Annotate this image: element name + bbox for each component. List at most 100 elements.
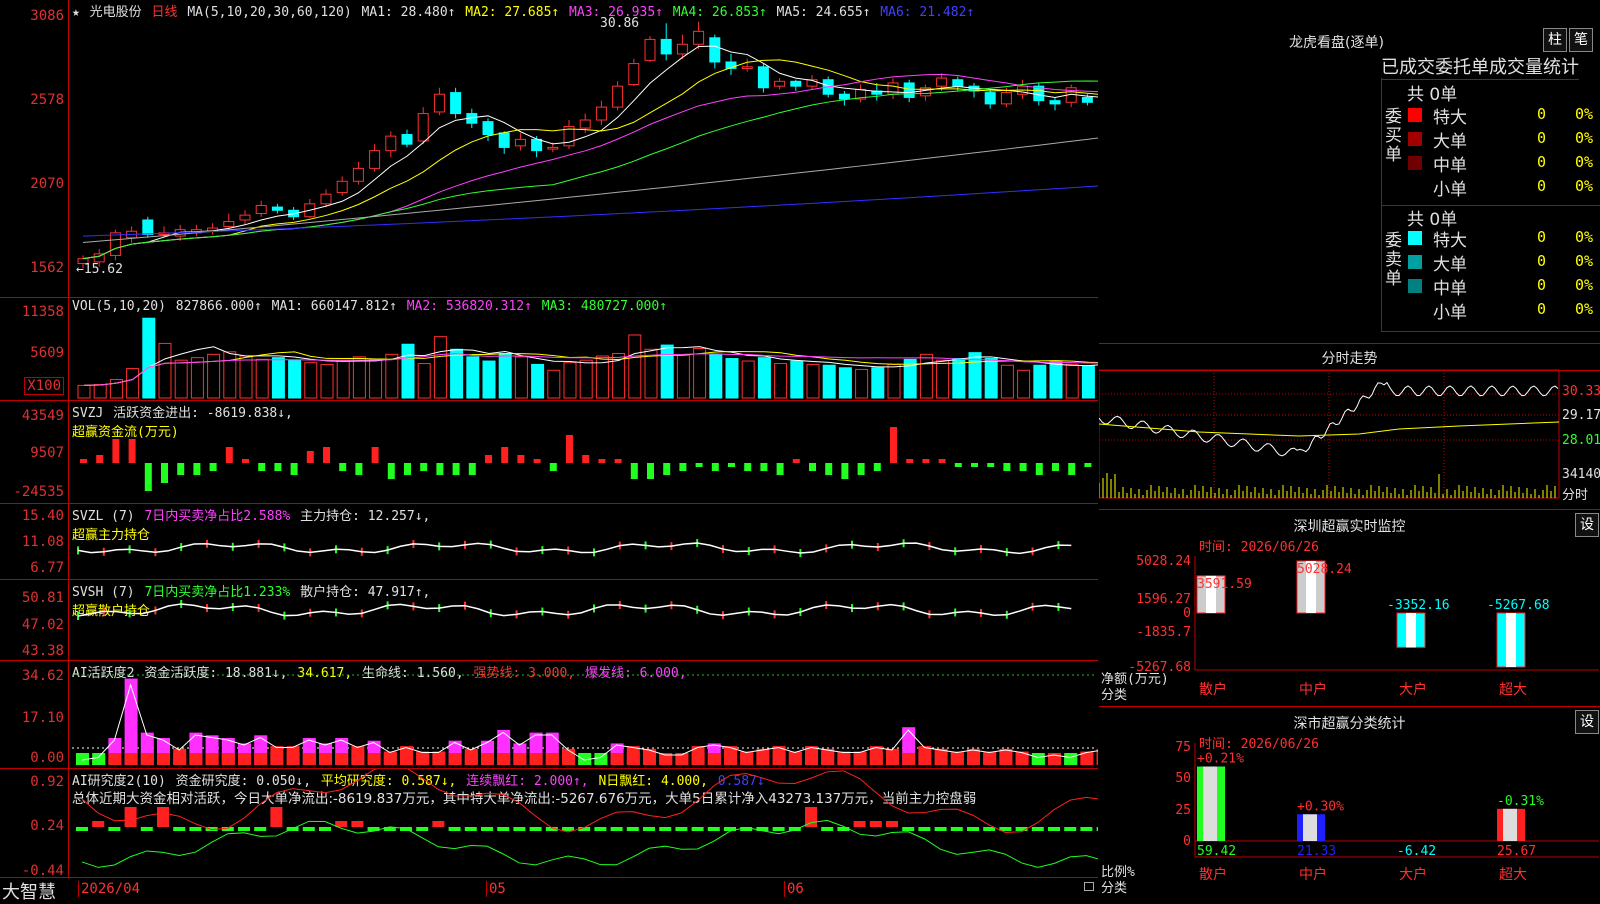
category-label: 散户 bbox=[1199, 681, 1227, 698]
sz-monitor-chart[interactable]: 5028.24 1596.270 -1835.7 -5267.68 3591.59 散户 5… bbox=[1099, 510, 1600, 706]
volume-bar bbox=[223, 351, 237, 399]
research-bar bbox=[659, 827, 672, 831]
research-bar bbox=[918, 827, 931, 831]
buy-row-pct: 0% bbox=[1575, 129, 1594, 147]
lhb-panel: 龙虎看盘(逐单) 柱 笔 已成交委托单成交量统计 委买单 共 0单 特大 0 0% 大… bbox=[1099, 0, 1600, 344]
lock-icon[interactable] bbox=[1084, 882, 1094, 891]
research-bar bbox=[529, 827, 542, 831]
research-bar bbox=[1096, 827, 1098, 831]
candle-body bbox=[757, 66, 769, 89]
volume-chart[interactable] bbox=[0, 298, 1098, 400]
activity-base-bar bbox=[691, 753, 705, 765]
fund-flow-bar bbox=[630, 463, 638, 479]
ai-research-panel[interactable]: 0.92 0.24 -0.44 AI研究度2(10) 资金研究度: 0.050↓… bbox=[0, 769, 1098, 879]
activity-base-bar bbox=[335, 753, 349, 765]
volume-bar bbox=[547, 369, 561, 399]
volume-bar bbox=[563, 362, 577, 399]
research-bar bbox=[76, 827, 88, 831]
intraday-chart[interactable] bbox=[1099, 344, 1600, 509]
sell-color-swatch bbox=[1408, 255, 1422, 269]
research-bar bbox=[140, 827, 153, 831]
fund-flow-bar bbox=[1019, 463, 1027, 471]
ratio-bar-highlight bbox=[1203, 766, 1217, 841]
candle-body bbox=[223, 221, 235, 227]
volume-bar bbox=[855, 368, 869, 399]
volume-bar bbox=[482, 360, 496, 399]
svzl-chart[interactable] bbox=[0, 504, 1098, 579]
fund-flow-bar bbox=[355, 463, 363, 475]
svzj-panel[interactable]: 43549 9507 -24535 SVZJ 活跃资金进出: -8619.838… bbox=[0, 401, 1098, 504]
research-bar bbox=[238, 827, 250, 831]
research-bar bbox=[837, 827, 850, 831]
sz-monitor-panel[interactable]: 深圳超赢实时监控 设 时间: 2026/06/26 5028.24 1596.27… bbox=[1099, 510, 1600, 707]
volume-panel[interactable]: 11358 5609 X100 VOL(5,10,20) 827866.000↑… bbox=[0, 298, 1098, 401]
kline-panel[interactable]: 3086 2578 2070 1562 ★ 光电股份 日线 MA(5,10,20… bbox=[0, 0, 1098, 298]
volume-bar bbox=[531, 363, 545, 399]
candle-body bbox=[417, 113, 429, 142]
volume-bar bbox=[676, 354, 690, 399]
ratio-bar-highlight bbox=[1303, 814, 1317, 841]
fund-flow-bar bbox=[177, 463, 185, 475]
fund-flow-bar bbox=[533, 459, 541, 463]
research-bar bbox=[821, 827, 834, 831]
fund-flow-bar bbox=[485, 455, 492, 463]
candle-body bbox=[903, 82, 915, 98]
research-bar bbox=[675, 827, 688, 831]
candlestick-chart[interactable] bbox=[0, 0, 1098, 297]
activity-base-bar bbox=[772, 753, 786, 765]
volume-bar bbox=[352, 356, 366, 399]
activity-base-bar bbox=[286, 753, 300, 765]
fund-flow-bar bbox=[760, 463, 768, 471]
activity-base-bar bbox=[545, 753, 559, 765]
candle-body bbox=[1081, 96, 1093, 103]
sz-class-chart[interactable]: 75 50 25 0 59.42 +0.21% 散户 21.33 +0.30% 中户 -6.42 大户… bbox=[1099, 707, 1600, 900]
fund-flow-bar bbox=[112, 439, 120, 463]
candle-body bbox=[255, 204, 267, 215]
svsh-panel[interactable]: 50.81 47.02 43.38 SVSH (7) 7日内买卖净占比1.233… bbox=[0, 580, 1098, 661]
candle-body bbox=[433, 93, 445, 113]
buy-row-count: 0 bbox=[1537, 129, 1547, 147]
ai-research-chart[interactable] bbox=[0, 769, 1098, 877]
fund-flow-bar bbox=[954, 463, 962, 467]
lhb-title: 龙虎看盘(逐单) bbox=[1289, 35, 1384, 51]
sell-row-pct: 0% bbox=[1575, 300, 1594, 318]
research-bar bbox=[189, 827, 202, 831]
tick-mode-button[interactable]: 笔 bbox=[1569, 28, 1593, 52]
activity-base-bar bbox=[967, 753, 980, 765]
research-bar bbox=[448, 827, 461, 831]
volume-bar bbox=[450, 348, 464, 399]
activity-base-bar bbox=[383, 753, 397, 765]
volume-bar bbox=[1081, 365, 1095, 399]
intraday-panel[interactable]: 分时走势 30.33 29.17 28.01 34140 分时 bbox=[1099, 344, 1600, 510]
fund-flow-bar bbox=[906, 459, 914, 463]
fund-flow-bar bbox=[938, 459, 946, 463]
fund-flow-bar bbox=[728, 463, 735, 467]
candle-body bbox=[547, 146, 559, 150]
low-price-label: ←15.62 bbox=[76, 262, 123, 277]
svzl-panel[interactable]: 15.40 11.08 6.77 SVZL (7) 7日内买卖净占比2.588%… bbox=[0, 504, 1098, 580]
research-red-line bbox=[81, 769, 1098, 833]
ai-activity-panel[interactable]: 34.62 17.10 0.00 AI活跃度2 资金活跃度: 18.881↓, … bbox=[0, 661, 1098, 769]
bar-value-label: -3352.16 bbox=[1387, 598, 1450, 613]
volume-bar bbox=[1017, 369, 1031, 399]
volume-bar bbox=[466, 356, 480, 399]
svsh-chart[interactable] bbox=[0, 580, 1098, 660]
research-bar bbox=[967, 827, 979, 831]
category-label: 大户 bbox=[1399, 866, 1427, 883]
fund-flow-bar bbox=[1052, 463, 1059, 471]
volume-bar bbox=[401, 343, 415, 399]
ma120-line bbox=[82, 185, 1098, 237]
research-bar bbox=[853, 821, 866, 827]
bar-value-label: -6.42 bbox=[1397, 844, 1436, 859]
fund-flow-bar bbox=[258, 463, 266, 471]
bar-value-label: 5028.24 bbox=[1297, 562, 1352, 577]
brand-label: 大智慧 bbox=[2, 882, 56, 903]
candle-body bbox=[385, 135, 397, 152]
activity-base-bar bbox=[464, 753, 478, 765]
svzj-chart[interactable] bbox=[0, 401, 1098, 503]
bar-mode-button[interactable]: 柱 bbox=[1543, 28, 1567, 52]
activity-base-bar bbox=[173, 753, 187, 765]
sz-class-panel[interactable]: 深市超赢分类统计 设 时间: 2026/06/26 75 50 25 0 59.42 +0… bbox=[1099, 707, 1600, 900]
activity-base-bar bbox=[448, 753, 462, 765]
ai-activity-chart[interactable] bbox=[0, 661, 1098, 768]
